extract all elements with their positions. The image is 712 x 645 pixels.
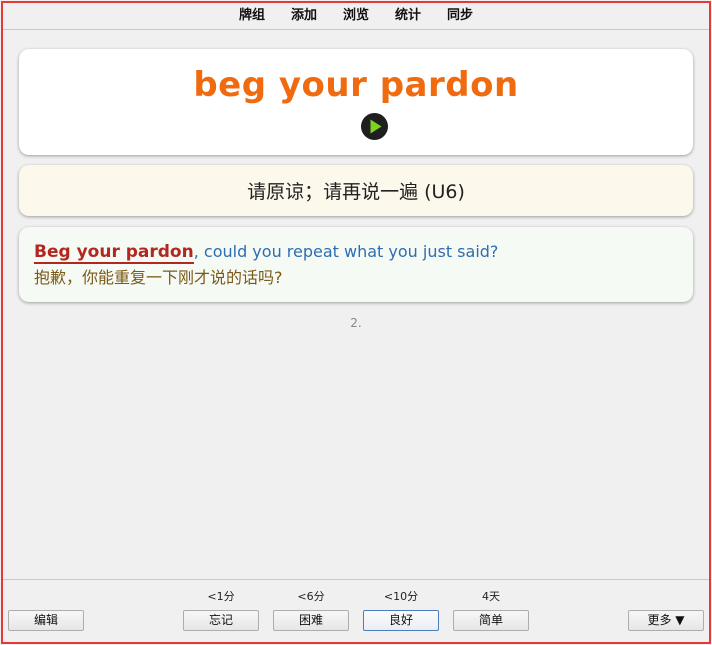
interval-hard: <6分 (297, 590, 325, 603)
interval-easy: 4天 (482, 590, 500, 603)
card-index: 2. (350, 316, 362, 330)
menu-stats[interactable]: 统计 (382, 5, 434, 27)
menu-browse[interactable]: 浏览 (330, 5, 382, 27)
card-word: beg your pardon (193, 65, 519, 105)
bottom-bar: 编辑 <1分 忘记 <6分 困难 <10分 良好 4天 简单 更多 ▼ (3, 579, 709, 641)
top-menu: 牌组 添加 浏览 统计 同步 (3, 3, 709, 30)
answer-hard-button[interactable]: 困难 (273, 610, 349, 631)
answer-easy-button[interactable]: 简单 (453, 610, 529, 631)
example-english-rest: , could you repeat what you just said? (193, 242, 499, 261)
card-definition: 请原谅；请再说一遍 (U6) (247, 181, 465, 203)
example-headword: Beg your pardon (34, 242, 194, 264)
word-card: beg your pardon (19, 49, 693, 155)
menu-decks[interactable]: 牌组 (226, 5, 278, 27)
interval-good: <10分 (383, 590, 419, 603)
definition-card: 请原谅；请再说一遍 (U6) (19, 165, 693, 216)
example-chinese: 抱歉，你能重复一下刚才说的话吗? (34, 268, 283, 287)
example-english: Beg your pardon, could you repeat what y… (34, 239, 678, 265)
answer-good-button[interactable]: 良好 (363, 610, 439, 631)
answer-again-button[interactable]: 忘记 (183, 610, 259, 631)
edit-button[interactable]: 编辑 (8, 610, 84, 631)
interval-again: <1分 (207, 590, 235, 603)
menu-add[interactable]: 添加 (278, 5, 330, 27)
play-audio-icon[interactable] (361, 113, 388, 140)
example-card: Beg your pardon, could you repeat what y… (19, 227, 693, 302)
more-button[interactable]: 更多 ▼ (628, 610, 704, 631)
menu-sync[interactable]: 同步 (434, 5, 486, 27)
